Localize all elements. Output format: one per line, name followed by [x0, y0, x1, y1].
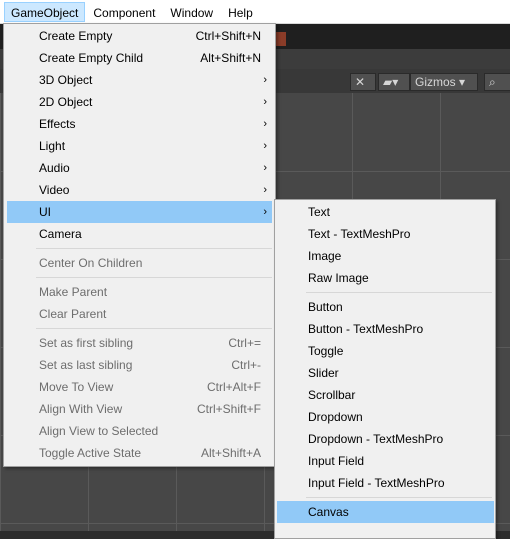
menu-item-label: Move To View: [39, 380, 114, 394]
submenu-item-label: Button - TextMeshPro: [308, 322, 424, 336]
submenu-item-label: Text - TextMeshPro: [308, 227, 411, 241]
submenu-item-slider[interactable]: Slider: [277, 362, 494, 384]
submenu-item-canvas[interactable]: Canvas: [277, 501, 494, 523]
shortcut-label: Ctrl+Shift+F: [196, 402, 261, 416]
gizmos-label: Gizmos: [415, 75, 456, 89]
submenu-item-button-tmp[interactable]: Button - TextMeshPro: [277, 318, 494, 340]
submenu-item-label: Button: [308, 300, 343, 314]
menu-item-label: 2D Object: [39, 95, 93, 109]
menu-item-label: Toggle Active State: [39, 446, 142, 460]
menu-item-clear-parent[interactable]: Clear Parent: [7, 303, 272, 325]
menu-separator: [36, 248, 272, 249]
submenu-item-label: Slider: [308, 366, 339, 380]
menu-item-label: Set as first sibling: [39, 336, 134, 350]
submenu-item-label: Dropdown: [308, 410, 363, 424]
menu-item-label: Video: [39, 183, 70, 197]
menu-window[interactable]: Window: [163, 2, 220, 22]
submenu-item-image[interactable]: Image: [277, 245, 494, 267]
menu-bar: GameObject Component Window Help: [0, 0, 510, 24]
tab-indicator: [276, 32, 286, 46]
menu-item-create-empty-child[interactable]: Create Empty Child Alt+Shift+N: [7, 47, 272, 69]
menu-item-make-parent[interactable]: Make Parent: [7, 281, 272, 303]
menu-item-3d-object[interactable]: 3D Object ›: [7, 69, 272, 91]
submenu-item-input-field-tmp[interactable]: Input Field - TextMeshPro: [277, 472, 494, 494]
submenu-item-button[interactable]: Button: [277, 296, 494, 318]
menu-separator: [36, 277, 272, 278]
search-icon[interactable]: ⌕: [484, 73, 510, 91]
shortcut-label: Ctrl+Alt+F: [206, 380, 261, 394]
menu-item-audio[interactable]: Audio ›: [7, 157, 272, 179]
shortcut-label: Ctrl+Shift+N: [195, 29, 261, 43]
menu-item-center-on-children[interactable]: Center On Children: [7, 252, 272, 274]
chevron-right-icon: ›: [263, 118, 267, 130]
menu-item-label: Align View to Selected: [39, 424, 159, 438]
menu-item-create-empty[interactable]: Create Empty Ctrl+Shift+N: [7, 25, 272, 47]
menu-item-label: Set as last sibling: [39, 358, 133, 372]
menu-item-label: Light: [39, 139, 66, 153]
submenu-item-label: Raw Image: [308, 271, 369, 285]
submenu-item-text[interactable]: Text: [277, 201, 494, 223]
submenu-item-scrollbar[interactable]: Scrollbar: [277, 384, 494, 406]
tools-icon[interactable]: ✕: [350, 73, 376, 91]
submenu-separator: [306, 497, 492, 498]
submenu-item-label: Scrollbar: [308, 388, 356, 402]
menu-item-label: Camera: [39, 227, 82, 241]
menu-item-label: Create Empty Child: [39, 51, 144, 65]
menu-item-move-to-view[interactable]: Move To View Ctrl+Alt+F: [7, 376, 272, 398]
menu-item-effects[interactable]: Effects ›: [7, 113, 272, 135]
submenu-item-toggle[interactable]: Toggle: [277, 340, 494, 362]
submenu-item-label: Canvas: [308, 505, 349, 519]
menu-separator: [36, 328, 272, 329]
menu-item-label: Create Empty: [39, 29, 113, 43]
submenu-item-label: Toggle: [308, 344, 344, 358]
chevron-right-icon: ›: [263, 96, 267, 108]
submenu-item-label: Image: [308, 249, 342, 263]
menu-item-label: Align With View: [39, 402, 123, 416]
menu-item-align-view-to-selected[interactable]: Align View to Selected: [7, 420, 272, 442]
menu-item-set-last-sibling[interactable]: Set as last sibling Ctrl+-: [7, 354, 272, 376]
chevron-right-icon: ›: [263, 184, 267, 196]
chevron-right-icon: ›: [263, 162, 267, 174]
menu-item-set-first-sibling[interactable]: Set as first sibling Ctrl+=: [7, 332, 272, 354]
menu-item-camera[interactable]: Camera: [7, 223, 272, 245]
menu-item-label: Center On Children: [39, 256, 143, 270]
submenu-item-label: Input Field - TextMeshPro: [308, 476, 445, 490]
ui-submenu: Text Text - TextMeshPro Image Raw Image …: [274, 199, 496, 539]
menu-item-label: Make Parent: [39, 285, 108, 299]
gameobject-menu: Create Empty Ctrl+Shift+N Create Empty C…: [3, 23, 276, 467]
submenu-item-text-tmp[interactable]: Text - TextMeshPro: [277, 223, 494, 245]
menu-item-light[interactable]: Light ›: [7, 135, 272, 157]
shortcut-label: Alt+Shift+N: [200, 51, 261, 65]
menu-gameobject[interactable]: GameObject: [4, 1, 86, 22]
submenu-item-label: Input Field: [308, 454, 365, 468]
menu-help[interactable]: Help: [221, 2, 260, 22]
menu-item-label: Audio: [39, 161, 70, 175]
camera-icon[interactable]: ▰▾: [378, 73, 410, 91]
menu-item-label: 3D Object: [39, 73, 93, 87]
submenu-item-label: Text: [308, 205, 331, 219]
chevron-right-icon: ›: [263, 140, 267, 152]
menu-item-label: Effects: [39, 117, 76, 131]
menu-item-video[interactable]: Video ›: [7, 179, 272, 201]
submenu-item-raw-image[interactable]: Raw Image: [277, 267, 494, 289]
submenu-item-label: Dropdown - TextMeshPro: [308, 432, 444, 446]
menu-item-ui[interactable]: UI ›: [7, 201, 272, 223]
chevron-right-icon: ›: [263, 74, 267, 86]
shortcut-label: Ctrl+=: [228, 336, 261, 350]
submenu-item-input-field[interactable]: Input Field: [277, 450, 494, 472]
shortcut-label: Alt+Shift+A: [200, 446, 261, 460]
menu-item-toggle-active-state[interactable]: Toggle Active State Alt+Shift+A: [7, 442, 272, 464]
submenu-item-dropdown-tmp[interactable]: Dropdown - TextMeshPro: [277, 428, 494, 450]
menu-component[interactable]: Component: [86, 2, 162, 22]
menu-item-label: UI: [39, 205, 51, 219]
submenu-separator: [306, 292, 492, 293]
menu-item-align-with-view[interactable]: Align With View Ctrl+Shift+F: [7, 398, 272, 420]
submenu-item-dropdown[interactable]: Dropdown: [277, 406, 494, 428]
chevron-right-icon: ›: [263, 206, 267, 218]
menu-item-label: Clear Parent: [39, 307, 107, 321]
menu-item-2d-object[interactable]: 2D Object ›: [7, 91, 272, 113]
shortcut-label: Ctrl+-: [231, 358, 261, 372]
gizmos-dropdown[interactable]: Gizmos ▾: [410, 73, 478, 91]
